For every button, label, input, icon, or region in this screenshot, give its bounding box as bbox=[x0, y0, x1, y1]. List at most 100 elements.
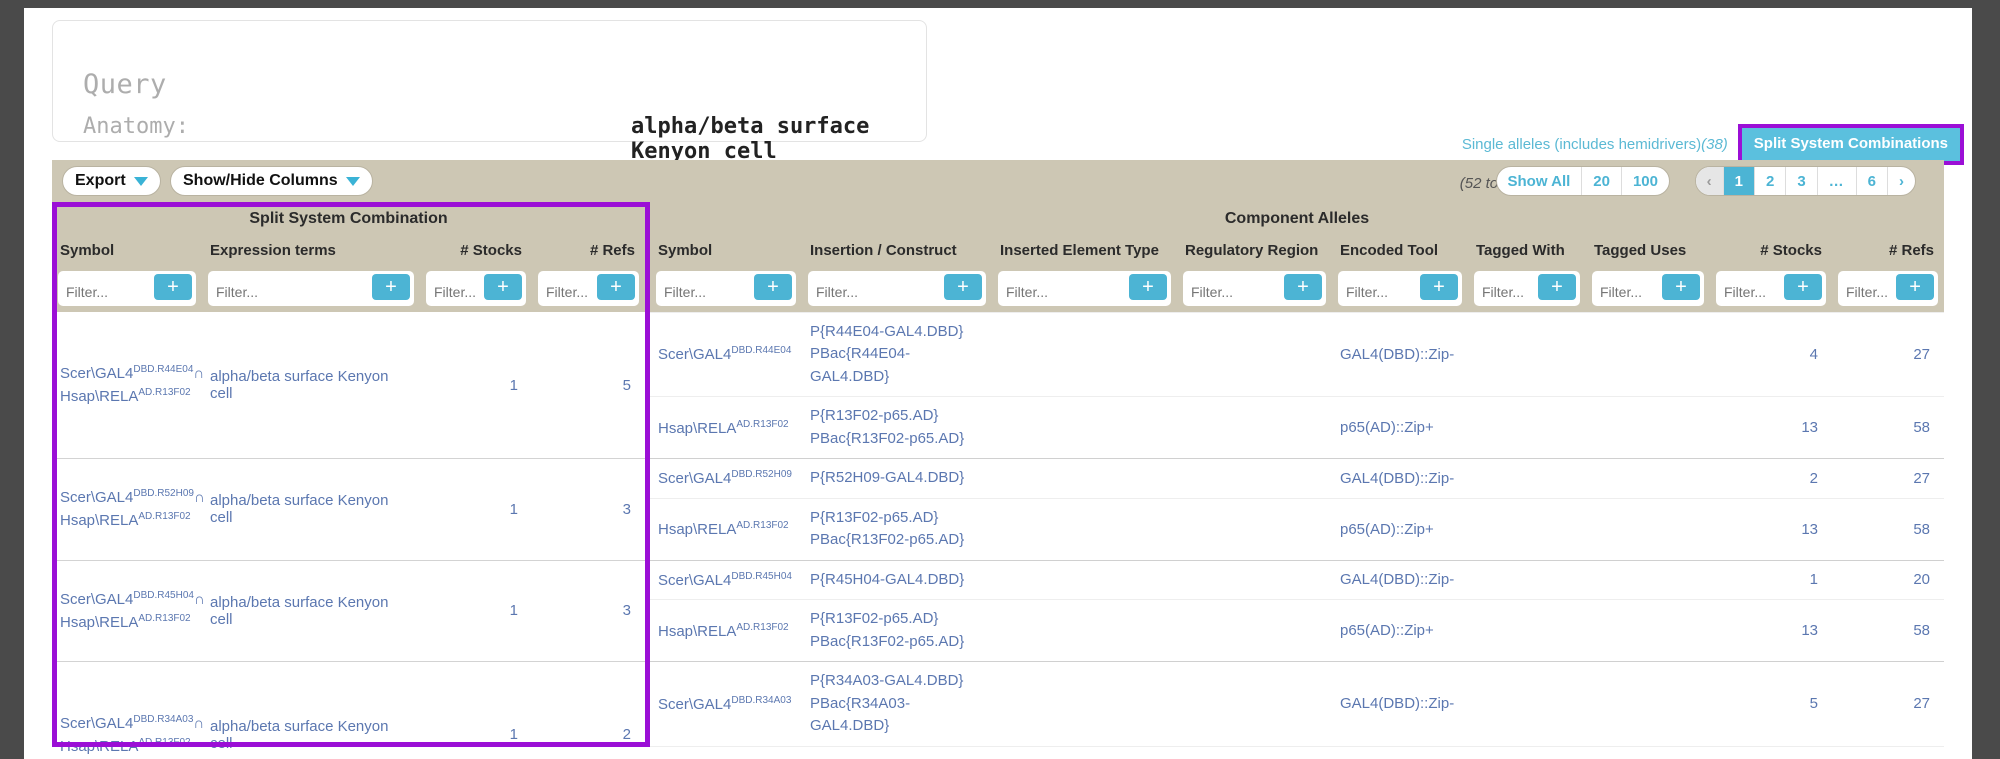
encoded-tool-link[interactable]: p65(AD)::Zip+ bbox=[1340, 419, 1434, 436]
page-6[interactable]: 6 bbox=[1855, 167, 1887, 195]
insertion-line: PBac{R34A03-GAL4.DBD} bbox=[810, 693, 984, 738]
encoded-tool-link[interactable]: GAL4(DBD)::Zip- bbox=[1340, 346, 1454, 363]
ssc-symbol-link[interactable]: Hsap\RELAAD.R13F02 bbox=[60, 511, 191, 529]
filter-add-icon[interactable]: + bbox=[1784, 273, 1822, 300]
ca-symbol-link[interactable]: Scer\GAL4DBD.R45H04 bbox=[658, 571, 792, 589]
ca-symbol-link[interactable]: Scer\GAL4DBD.R52H09 bbox=[658, 469, 792, 487]
filter-add-icon[interactable]: + bbox=[754, 273, 792, 300]
col-header-ssc-symbol[interactable]: Symbol bbox=[52, 235, 202, 265]
insertion-link[interactable]: P{R13F02-p65.AD} bbox=[810, 407, 938, 424]
table-row: Scer\GAL4DBD.R52H09∩ Hsap\RELAAD.R13F02 al… bbox=[52, 458, 1945, 560]
col-header-inserted-element-type[interactable]: Inserted Element Type bbox=[992, 235, 1177, 265]
filter-box-ca-refs: + bbox=[1838, 270, 1939, 306]
expression-term-link[interactable]: alpha/beta surface Kenyon cell bbox=[210, 594, 388, 628]
col-header-ca-symbol[interactable]: Symbol bbox=[650, 235, 802, 265]
col-header-ssc-refs[interactable]: # Refs bbox=[532, 235, 645, 265]
filter-add-icon[interactable]: + bbox=[944, 273, 982, 300]
page-size-20[interactable]: 20 bbox=[1581, 167, 1621, 195]
insertion-link[interactable]: P{R45H04-GAL4.DBD} bbox=[810, 571, 964, 588]
filter-add-icon[interactable]: + bbox=[1538, 273, 1576, 300]
ssc-symbol-link[interactable]: Hsap\RELAAD.R13F02 bbox=[60, 613, 191, 631]
cell-encoded-tool: GAL4(DBD)::Zip- bbox=[1332, 559, 1468, 600]
pagination-group: ‹ 1 2 3… 6 › bbox=[1694, 166, 1916, 196]
insertion-link[interactable]: PBac{R34A03-GAL4.DBD} bbox=[810, 695, 910, 735]
insertion-link[interactable]: P{R34A03-GAL4.DBD} bbox=[810, 672, 963, 689]
cell-inserted-element-type bbox=[992, 599, 1177, 662]
filter-add-icon[interactable]: + bbox=[1662, 273, 1700, 300]
filter-add-icon[interactable]: + bbox=[1129, 273, 1167, 300]
ca-symbol-link[interactable]: Scer\GAL4DBD.R34A03 bbox=[658, 695, 791, 713]
filter-add-icon[interactable]: + bbox=[1420, 273, 1458, 300]
show-hide-columns-button[interactable]: Show/Hide Columns bbox=[170, 166, 373, 196]
col-header-tagged-uses[interactable]: Tagged Uses bbox=[1586, 235, 1710, 265]
ssc-symbol-link[interactable]: Scer\GAL4DBD.R44E04 bbox=[60, 364, 193, 382]
ssc-symbol-link[interactable]: Scer\GAL4DBD.R34A03 bbox=[60, 713, 194, 732]
expression-term-link[interactable]: alpha/beta surface Kenyon cell bbox=[210, 718, 388, 752]
filter-add-icon[interactable]: + bbox=[597, 274, 635, 300]
col-header-ca-stocks[interactable]: # Stocks bbox=[1710, 235, 1832, 265]
page-size-100[interactable]: 100 bbox=[1620, 167, 1669, 195]
encoded-tool-link[interactable]: GAL4(DBD)::Zip- bbox=[1340, 571, 1454, 588]
insertion-line: P{R13F02-p65.AD} bbox=[810, 608, 984, 631]
ssc-symbol-link[interactable]: Hsap\RELAAD.R13F02 bbox=[60, 737, 191, 755]
col-header-insertion-construct[interactable]: Insertion / Construct bbox=[802, 235, 992, 265]
page-viewport: Query Anatomy: alpha/beta surface Kenyon… bbox=[24, 8, 1972, 759]
ssc-symbol-link[interactable]: Scer\GAL4DBD.R45H04 bbox=[60, 590, 194, 608]
expression-term-link[interactable]: alpha/beta surface Kenyon cell bbox=[210, 492, 388, 526]
insertion-link[interactable]: P{R13F02-p65.AD} bbox=[810, 509, 938, 526]
filter-box-tagged-uses: + bbox=[1592, 270, 1704, 306]
page-1-active[interactable]: 1 bbox=[1722, 167, 1754, 195]
insertion-link[interactable]: PBac{R13F02-p65.AD} bbox=[810, 633, 964, 650]
col-header-tagged-with[interactable]: Tagged With bbox=[1468, 235, 1586, 265]
page-size-show-all[interactable]: Show All bbox=[1497, 167, 1582, 195]
page-3[interactable]: 3 bbox=[1785, 167, 1816, 195]
expression-term-link[interactable]: alpha/beta surface Kenyon cell bbox=[210, 368, 388, 402]
insertion-link[interactable]: PBac{R44E04-GAL4.DBD} bbox=[810, 345, 910, 385]
single-alleles-link[interactable]: Single alleles (includes hemidrivers)(38… bbox=[1462, 136, 1738, 153]
ssc-symbol-superscript: DBD.R34A03 bbox=[133, 713, 194, 725]
filter-add-icon[interactable]: + bbox=[154, 274, 192, 300]
col-header-ssc-stocks[interactable]: # Stocks bbox=[420, 235, 532, 265]
page-ellipsis[interactable]: … bbox=[1816, 167, 1856, 195]
next-page-button[interactable]: › bbox=[1887, 167, 1915, 195]
cell-ca-symbol: Scer\GAL4DBD.R52H09 bbox=[650, 458, 802, 498]
filter-cell-encoded-tool: + bbox=[1332, 265, 1468, 312]
cell-encoded-tool: GAL4(DBD)::Zip- bbox=[1332, 458, 1468, 498]
ca-symbol-link[interactable]: Hsap\RELAAD.R13F02 bbox=[658, 622, 789, 640]
export-button[interactable]: Export bbox=[62, 166, 161, 196]
insertion-link[interactable]: PBac{R13F02-p65.AD} bbox=[810, 430, 964, 447]
encoded-tool-link[interactable]: p65(AD)::Zip+ bbox=[1340, 622, 1434, 639]
filter-add-icon[interactable]: + bbox=[372, 274, 410, 300]
page-2[interactable]: 2 bbox=[1753, 167, 1785, 195]
ca-symbol-link[interactable]: Hsap\RELAAD.R13F02 bbox=[658, 419, 789, 437]
encoded-tool-link[interactable]: GAL4(DBD)::Zip- bbox=[1340, 695, 1454, 712]
insertion-link[interactable]: P{R13F02-p65.AD} bbox=[810, 610, 938, 627]
ssc-symbol-line: Hsap\RELAAD.R13F02 bbox=[60, 611, 194, 634]
encoded-tool-link[interactable]: p65(AD)::Zip+ bbox=[1340, 521, 1434, 538]
insertion-link[interactable]: P{R52H09-GAL4.DBD} bbox=[810, 469, 964, 486]
cell-expression-terms: alpha/beta surface Kenyon cell bbox=[202, 458, 420, 560]
filter-add-icon[interactable]: + bbox=[1284, 273, 1322, 300]
col-header-ca-refs[interactable]: # Refs bbox=[1832, 235, 1945, 265]
cell-tagged-uses bbox=[1586, 497, 1710, 560]
filter-add-icon[interactable]: + bbox=[1896, 273, 1935, 300]
split-system-combinations-button[interactable]: Split System Combinations bbox=[1741, 128, 1960, 161]
ssc-symbol-line: Scer\GAL4DBD.R52H09∩ bbox=[60, 486, 205, 509]
encoded-tool-link[interactable]: GAL4(DBD)::Zip- bbox=[1340, 470, 1454, 487]
ca-symbol-superscript: AD.R13F02 bbox=[736, 520, 789, 531]
col-header-encoded-tool[interactable]: Encoded Tool bbox=[1332, 235, 1468, 265]
prev-page-button[interactable]: ‹ bbox=[1695, 167, 1723, 195]
col-header-expression-terms[interactable]: Expression terms bbox=[202, 235, 420, 265]
ca-symbol-link[interactable]: Hsap\RELAAD.R13F02 bbox=[658, 520, 789, 538]
cell-tagged-with bbox=[1468, 396, 1586, 459]
result-tabs: Single alleles (includes hemidrivers)(38… bbox=[1462, 124, 1964, 165]
ssc-symbol-link[interactable]: Scer\GAL4DBD.R52H09 bbox=[60, 488, 194, 506]
filter-box-ssc-refs: + bbox=[538, 271, 639, 306]
ssc-symbol-link[interactable]: Hsap\RELAAD.R13F02 bbox=[60, 387, 191, 405]
filter-add-icon[interactable]: + bbox=[484, 274, 522, 300]
insertion-link[interactable]: PBac{R13F02-p65.AD} bbox=[810, 531, 964, 548]
col-header-regulatory-region[interactable]: Regulatory Region bbox=[1177, 235, 1332, 265]
cell-insertion-construct: P{R13F02-p65.AD}PBac{R13F02-p65.AD} bbox=[802, 745, 992, 759]
ca-symbol-link[interactable]: Scer\GAL4DBD.R44E04 bbox=[658, 345, 791, 363]
insertion-link[interactable]: P{R44E04-GAL4.DBD} bbox=[810, 323, 963, 340]
